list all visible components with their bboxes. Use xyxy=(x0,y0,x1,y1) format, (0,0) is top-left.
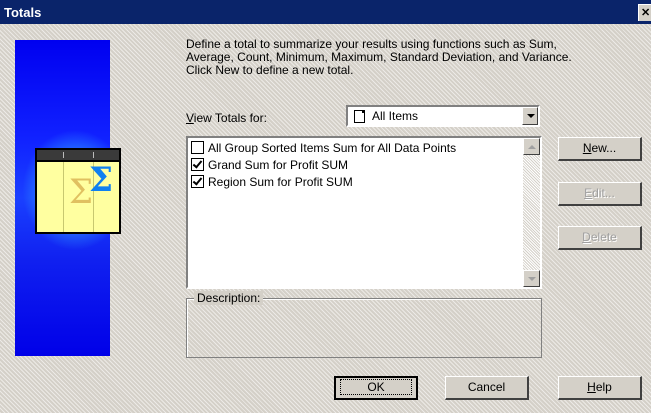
new-label: ew... xyxy=(591,141,617,155)
help-mnemonic: H xyxy=(587,380,596,394)
view-totals-label: View Totals for: xyxy=(186,111,267,125)
cancel-button[interactable]: Cancel xyxy=(445,376,529,400)
checkbox-checked[interactable] xyxy=(191,158,204,171)
delete-label: elete xyxy=(590,230,617,244)
view-totals-combobox[interactable]: All Items xyxy=(346,105,540,127)
window-title: Totals xyxy=(4,5,42,20)
view-totals-selected: All Items xyxy=(372,109,419,123)
delete-button[interactable]: Delete xyxy=(558,226,642,250)
list-item-label: All Group Sorted Items Sum for All Data … xyxy=(208,141,457,155)
scroll-up-icon[interactable] xyxy=(523,138,540,155)
list-item-label: Region Sum for Profit SUM xyxy=(208,175,353,189)
delete-mnemonic: D xyxy=(582,230,591,244)
intro-line: Click New to define a new total. xyxy=(186,63,354,77)
list-item[interactable]: Region Sum for Profit SUM xyxy=(191,175,353,191)
sigma-totals-icon: Σ Σ xyxy=(35,148,121,234)
new-button[interactable]: New... xyxy=(558,137,642,161)
view-totals-mnemonic: V xyxy=(186,111,194,125)
list-item[interactable]: All Group Sorted Items Sum for All Data … xyxy=(191,141,456,157)
chevron-down-icon[interactable] xyxy=(522,107,538,125)
list-item-label: Grand Sum for Profit SUM xyxy=(208,158,349,172)
title-bar: Totals ✕ xyxy=(0,0,651,24)
checkbox-unchecked[interactable] xyxy=(191,141,204,154)
intro-text: Define a total to summarize your results… xyxy=(186,38,638,77)
help-button[interactable]: Help xyxy=(558,376,642,400)
sigma-front-icon: Σ xyxy=(89,160,114,200)
scroll-down-icon[interactable] xyxy=(523,270,540,287)
help-label: elp xyxy=(595,380,612,394)
cancel-label: Cancel xyxy=(467,380,506,394)
window-icon-divider xyxy=(63,162,64,232)
description-legend: Description: xyxy=(194,291,264,305)
close-button[interactable]: ✕ xyxy=(638,4,651,21)
edit-label: dit... xyxy=(592,186,615,200)
ok-label: OK xyxy=(340,379,412,395)
list-item[interactable]: Grand Sum for Profit SUM xyxy=(191,158,348,174)
edit-button[interactable]: Edit... xyxy=(558,182,642,206)
close-icon: ✕ xyxy=(641,7,651,19)
view-totals-label-text: iew Totals for: xyxy=(193,111,267,125)
description-group: Description: xyxy=(186,291,542,358)
vertical-scrollbar[interactable] xyxy=(523,138,540,287)
document-icon xyxy=(354,110,365,123)
edit-mnemonic: E xyxy=(584,186,593,200)
totals-list[interactable]: All Group Sorted Items Sum for All Data … xyxy=(186,136,542,289)
ok-button[interactable]: OK xyxy=(334,376,418,400)
checkbox-checked[interactable] xyxy=(191,175,204,188)
